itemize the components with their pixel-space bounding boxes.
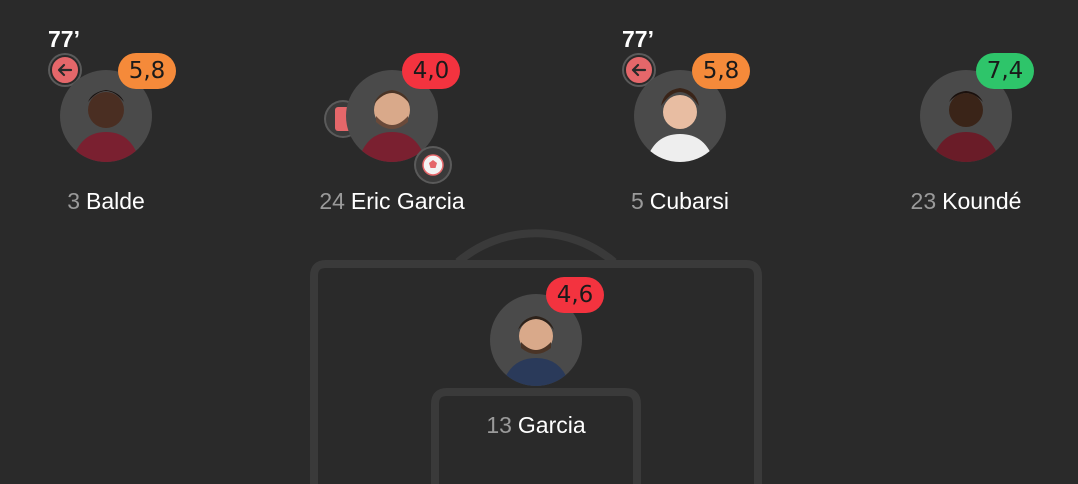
player-name: 5 Cubarsi (580, 188, 780, 215)
player-number: 24 (319, 188, 345, 214)
player-name-text: Cubarsi (649, 188, 730, 214)
substitution-time: 77’ (48, 26, 80, 52)
player-rating: 4,6 (546, 277, 604, 313)
player-rating: 4,0 (402, 53, 460, 89)
player-name-text: Garcia (517, 412, 586, 438)
player-name-text: Koundé (942, 188, 1022, 214)
player-rating: 5,8 (692, 53, 750, 89)
player-number: 23 (910, 188, 937, 214)
player-card-balde[interactable]: 77’ 5,8 3 Balde (6, 26, 206, 214)
player-number: 3 (67, 188, 80, 214)
player-card-cubarsi[interactable]: 77’ 5,8 5 Cubarsi (580, 26, 780, 214)
player-card-kounde[interactable]: 7,4 23 Koundé (866, 30, 1066, 214)
player-rating: 7,4 (976, 53, 1034, 89)
own-goal-icon (416, 148, 450, 182)
player-name: 3 Balde (6, 188, 206, 215)
player-card-garcia-goalkeeper[interactable]: 4,6 13 Garcia (436, 254, 636, 438)
player-name-text: Eric Garcia (350, 188, 465, 214)
player-name-text: Balde (85, 188, 145, 214)
player-number: 13 (486, 412, 512, 438)
player-card-eric-garcia[interactable]: 4,0 24 Eric Garcia (292, 30, 492, 214)
player-name: 24 Eric Garcia (292, 188, 492, 215)
player-rating: 5,8 (118, 53, 176, 89)
player-number: 5 (630, 188, 644, 214)
substitution-time: 77’ (622, 26, 654, 52)
player-name: 13 Garcia (436, 412, 636, 439)
player-name: 23 Koundé (866, 188, 1066, 215)
